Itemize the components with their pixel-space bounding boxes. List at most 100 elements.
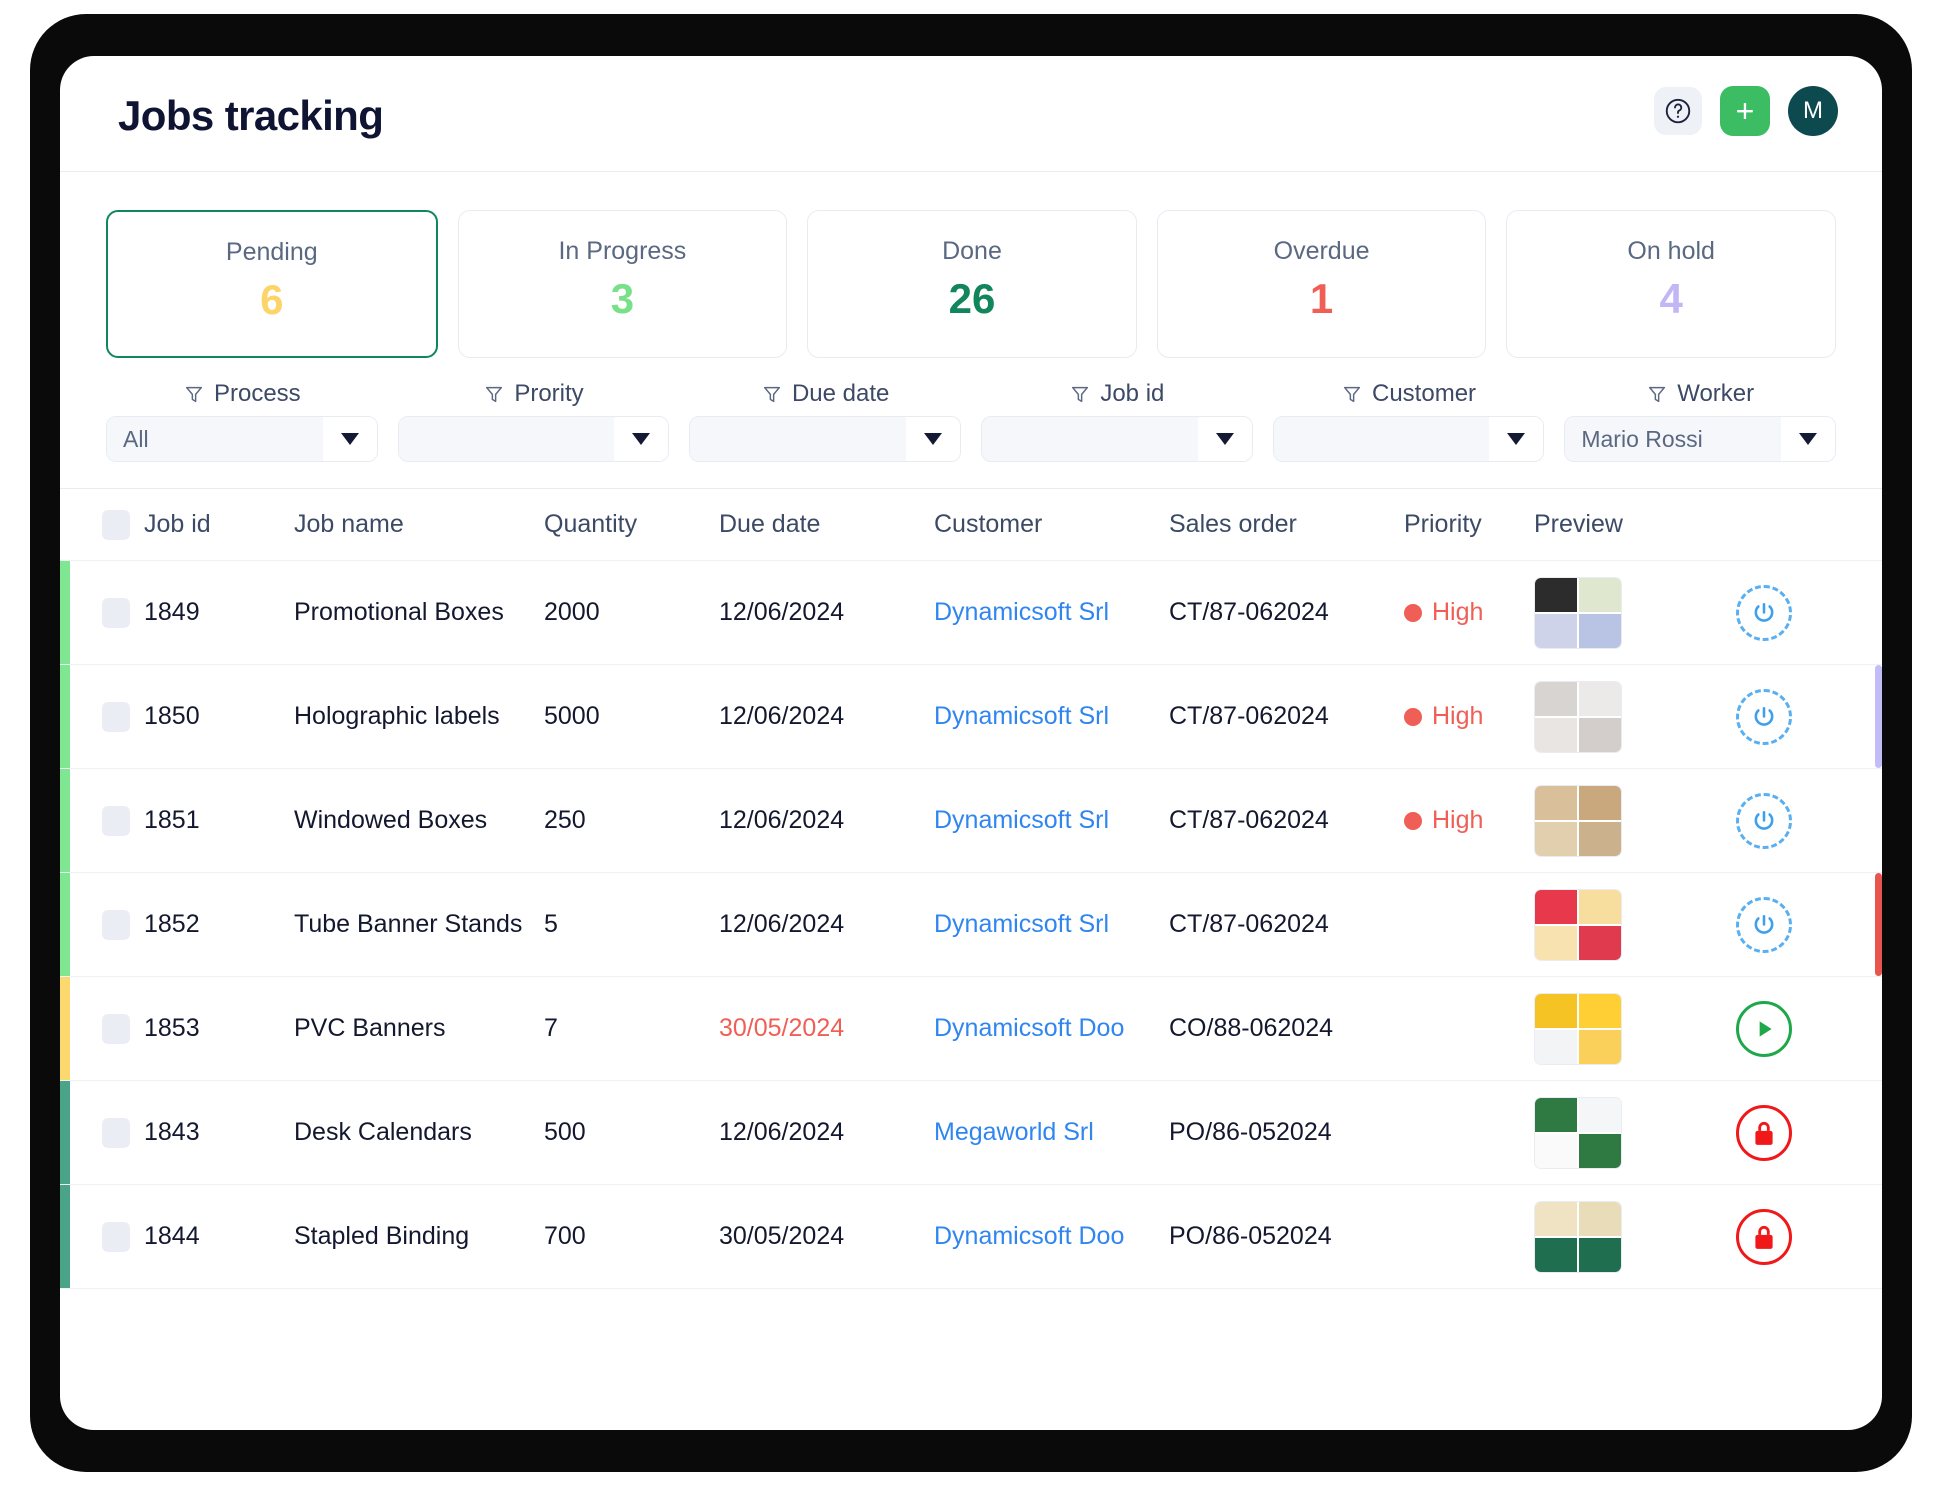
status-card-label: Overdue: [1273, 237, 1370, 265]
cell-preview: [1534, 888, 1704, 961]
status-card-pending[interactable]: Pending 6: [106, 210, 438, 358]
priority-badge: High: [1404, 598, 1534, 627]
cell-customer-link[interactable]: Dynamicsoft Doo: [934, 1222, 1169, 1251]
row-checkbox[interactable]: [102, 1013, 130, 1044]
reload-icon[interactable]: [1736, 688, 1792, 745]
cell-customer-link[interactable]: Dynamicsoft Srl: [934, 598, 1169, 627]
row-checkbox[interactable]: [102, 701, 130, 732]
filter-value[interactable]: Mario Rossi: [1565, 417, 1782, 461]
chevron-down-icon[interactable]: [1781, 417, 1836, 461]
filter-select[interactable]: All: [106, 416, 378, 462]
cell-customer-link[interactable]: Dynamicsoft Srl: [934, 702, 1169, 731]
play-icon[interactable]: [1736, 1000, 1792, 1057]
table-row[interactable]: 1843 Desk Calendars 500 12/06/2024 Megaworld…: [60, 1081, 1882, 1185]
filter-label-text: Process: [213, 380, 301, 407]
status-card-in-progress[interactable]: In Progress 3: [457, 210, 788, 358]
preview-thumbnail[interactable]: [1534, 680, 1622, 753]
select-all-checkbox[interactable]: [102, 509, 130, 540]
preview-thumbnail[interactable]: [1534, 992, 1622, 1065]
preview-thumbnail[interactable]: [1534, 1096, 1622, 1169]
column-header-sales-order[interactable]: Sales order: [1169, 510, 1404, 539]
table-row[interactable]: 1844 Stapled Binding 700 30/05/2024 Dynamics…: [60, 1185, 1882, 1289]
row-status-bar-left: [60, 977, 70, 1080]
reload-icon[interactable]: [1736, 896, 1792, 953]
cell-due-date: 12/06/2024: [719, 1118, 845, 1146]
filter-select[interactable]: [1272, 416, 1545, 462]
filter-select[interactable]: Mario Rossi: [1564, 416, 1837, 462]
jobs-table: Job id Job name Quantity Due date Custom…: [60, 488, 1882, 1289]
cell-customer-link[interactable]: Dynamicsoft Srl: [934, 910, 1169, 939]
priority-dot-icon: [1404, 603, 1422, 622]
column-header-job-name[interactable]: Job name: [294, 510, 544, 539]
filter-label: Process: [106, 380, 378, 408]
table-row[interactable]: 1853 PVC Banners 7 30/05/2024 Dynamicsoft Do…: [60, 977, 1882, 1081]
status-card-done[interactable]: Done 26: [807, 210, 1137, 358]
filter-value[interactable]: [1273, 417, 1490, 461]
table-row[interactable]: 1852 Tube Banner Stands 5 12/06/2024 Dynamic…: [60, 873, 1882, 977]
preview-thumbnail[interactable]: [1534, 888, 1622, 961]
app-screen: Jobs tracking + M Pending 6 In Progress …: [60, 56, 1882, 1430]
chevron-down-icon[interactable]: [614, 417, 669, 461]
funnel-icon: [1069, 383, 1091, 405]
cell-customer-link[interactable]: Megaworld Srl: [934, 1118, 1169, 1147]
preview-thumbnail[interactable]: [1534, 576, 1622, 649]
preview-thumbnail[interactable]: [1534, 1200, 1622, 1273]
filter-process: Process All: [106, 380, 378, 462]
cell-job-name: Stapled Binding: [294, 1222, 470, 1250]
column-header-due-date[interactable]: Due date: [719, 510, 934, 539]
row-checkbox[interactable]: [102, 805, 130, 836]
filter-value[interactable]: [398, 417, 615, 461]
cell-job-id: 1851: [144, 806, 200, 834]
column-header-preview[interactable]: Preview: [1534, 510, 1704, 539]
avatar[interactable]: M: [1788, 86, 1838, 136]
filter-label: Worker: [1564, 380, 1836, 408]
filter-select[interactable]: [397, 416, 670, 462]
table-header-row: Job id Job name Quantity Due date Custom…: [60, 489, 1882, 561]
help-button[interactable]: [1654, 87, 1702, 135]
row-checkbox[interactable]: [102, 597, 130, 628]
cell-sales-order: CT/87-062024: [1169, 702, 1329, 730]
lock-icon[interactable]: [1736, 1104, 1792, 1161]
chevron-down-icon[interactable]: [1489, 417, 1544, 461]
preview-thumbnail[interactable]: [1534, 784, 1622, 857]
lock-icon[interactable]: [1736, 1208, 1792, 1265]
cell-due-date: 30/05/2024: [719, 1222, 845, 1250]
cell-job-name: Desk Calendars: [294, 1118, 472, 1146]
cell-customer-link[interactable]: Dynamicsoft Srl: [934, 806, 1169, 835]
filter-value[interactable]: [690, 417, 907, 461]
column-header-job-id[interactable]: Job id: [144, 510, 294, 539]
reload-icon[interactable]: [1736, 584, 1792, 641]
row-checkbox[interactable]: [102, 1221, 130, 1252]
chevron-down-icon[interactable]: [322, 417, 377, 461]
row-checkbox[interactable]: [102, 909, 130, 940]
column-header-quantity[interactable]: Quantity: [544, 510, 719, 539]
row-select-cell: [60, 1221, 144, 1252]
priority-dot-icon: [1404, 707, 1422, 726]
row-status-bar-right: [1875, 665, 1882, 768]
chevron-down-icon[interactable]: [906, 417, 961, 461]
status-card-on-hold[interactable]: On hold 4: [1506, 210, 1836, 358]
filter-select[interactable]: [981, 416, 1253, 462]
table-row[interactable]: 1851 Windowed Boxes 250 12/06/2024 Dynamicso…: [60, 769, 1882, 873]
status-card-overdue[interactable]: Overdue 1: [1156, 210, 1487, 358]
row-status-bar-left: [60, 769, 70, 872]
column-header-priority[interactable]: Priority: [1404, 510, 1534, 539]
column-header-customer[interactable]: Customer: [934, 510, 1169, 539]
row-checkbox[interactable]: [102, 1117, 130, 1148]
row-select-cell: [60, 805, 144, 836]
table-row[interactable]: 1849 Promotional Boxes 2000 12/06/2024 Dynam…: [60, 561, 1882, 665]
filter-value[interactable]: [982, 417, 1198, 461]
funnel-icon: [1341, 383, 1363, 405]
filter-select[interactable]: [689, 416, 962, 462]
filter-value[interactable]: All: [107, 417, 323, 461]
reload-icon[interactable]: [1736, 792, 1792, 849]
chevron-down-icon[interactable]: [1197, 417, 1252, 461]
add-button[interactable]: +: [1720, 86, 1770, 136]
table-row[interactable]: 1850 Holographic labels 5000 12/06/2024 Dyna…: [60, 665, 1882, 769]
cell-action: [1704, 688, 1824, 745]
cell-customer-link[interactable]: Dynamicsoft Doo: [934, 1014, 1169, 1043]
filter-label: Job id: [981, 380, 1253, 408]
cell-preview: [1534, 1200, 1704, 1273]
plus-icon: +: [1735, 93, 1755, 129]
question-circle-icon: [1663, 96, 1693, 126]
